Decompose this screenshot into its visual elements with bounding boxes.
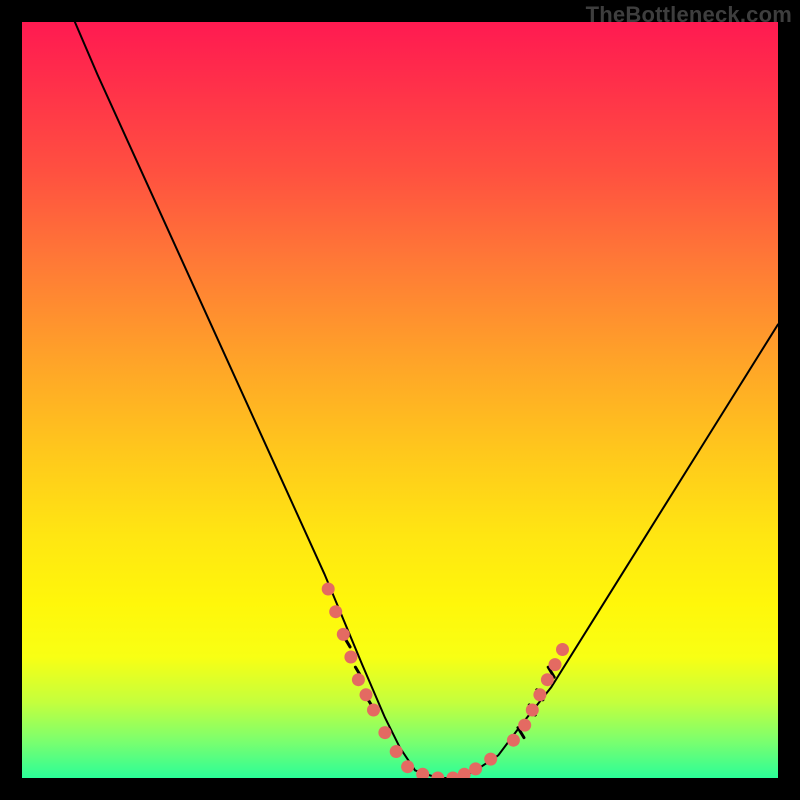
highlight-dot (556, 643, 569, 656)
highlight-dot (329, 605, 342, 618)
highlight-dot (458, 768, 471, 778)
highlight-dot (360, 688, 373, 701)
highlight-dot (549, 658, 562, 671)
highlight-dot (401, 760, 414, 773)
highlight-dot (541, 673, 554, 686)
chart-svg (22, 22, 778, 778)
highlight-dot (322, 583, 335, 596)
highlight-dot (367, 704, 380, 717)
chart-plot-area (22, 22, 778, 778)
highlight-dot (378, 726, 391, 739)
highlight-dot (484, 753, 497, 766)
highlight-dot (446, 772, 459, 779)
highlight-dot (337, 628, 350, 641)
highlight-dot (352, 673, 365, 686)
highlight-dot (390, 745, 403, 758)
highlight-dot (431, 772, 444, 779)
highlight-dot (533, 688, 546, 701)
highlight-dot (518, 719, 531, 732)
highlight-dot (469, 762, 482, 775)
highlight-dot (416, 768, 429, 778)
bottleneck-curve (75, 22, 778, 778)
highlight-dot (344, 651, 357, 664)
highlight-dots-group (322, 583, 569, 779)
highlight-dot (507, 734, 520, 747)
highlight-dot (526, 704, 539, 717)
